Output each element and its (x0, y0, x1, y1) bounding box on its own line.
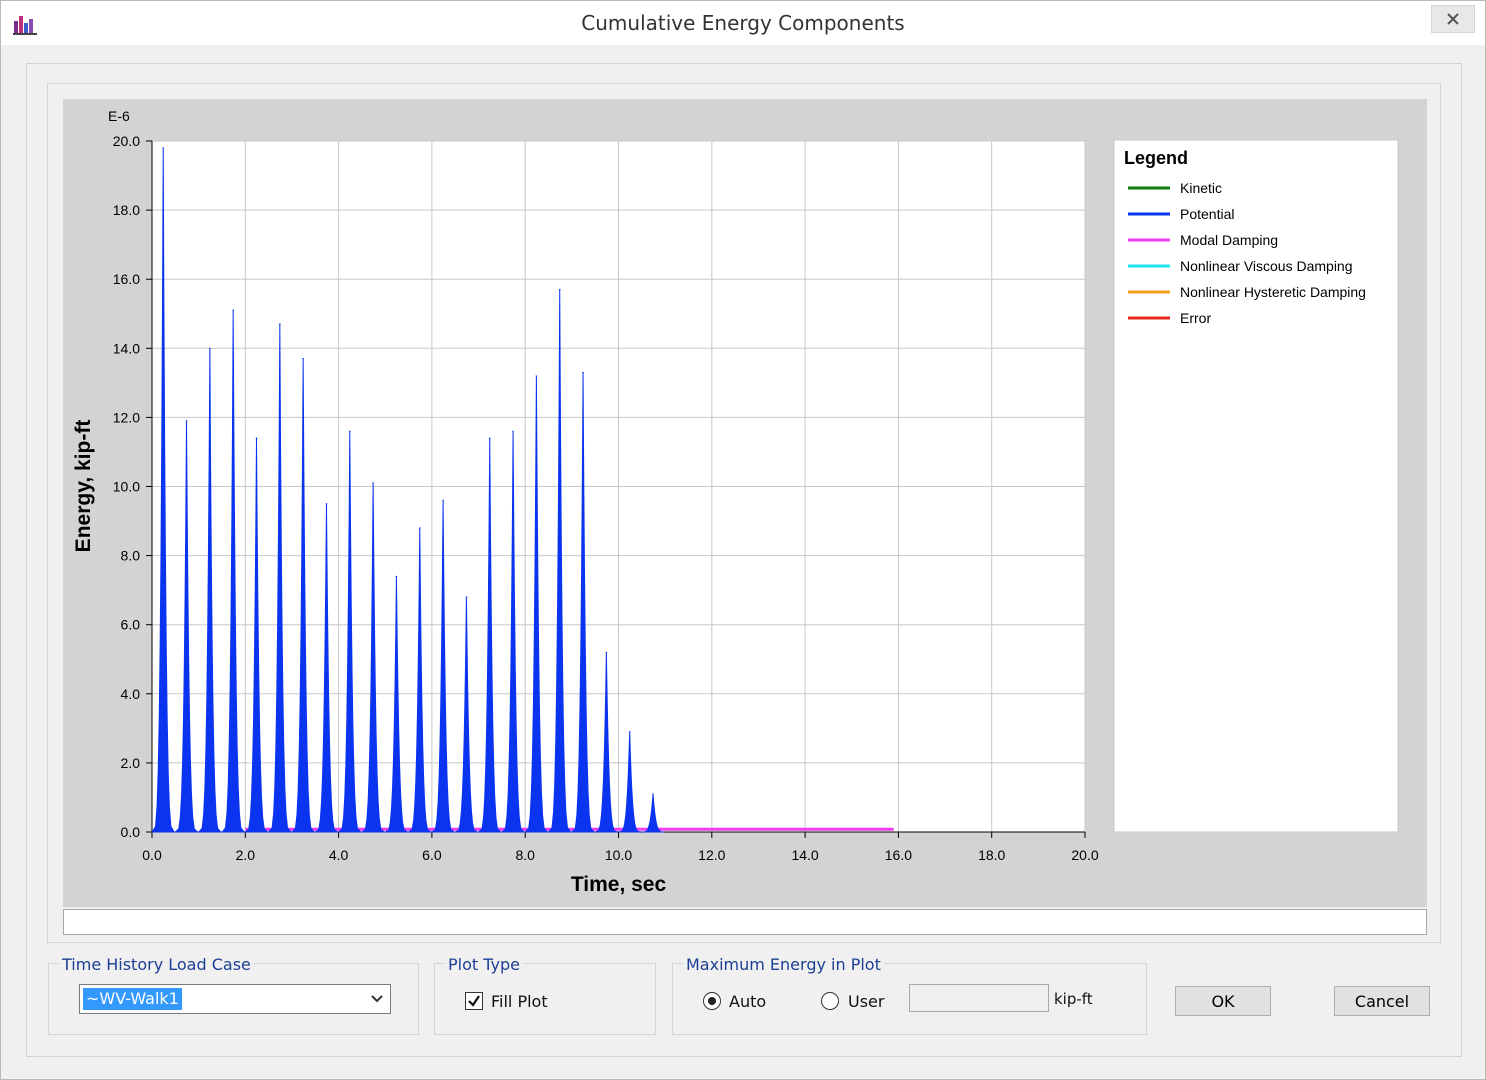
y-tick-label: 0.0 (121, 824, 141, 840)
x-tick-label: 16.0 (885, 847, 912, 863)
user-radio-label: User (848, 992, 885, 1011)
x-tick-label: 8.0 (515, 847, 535, 863)
x-tick-label: 10.0 (605, 847, 632, 863)
legend-entry: Kinetic (1180, 180, 1222, 196)
x-tick-label: 18.0 (978, 847, 1005, 863)
legend-entry: Nonlinear Hysteretic Damping (1180, 284, 1366, 300)
plot-type-group-label: Plot Type (445, 955, 523, 974)
y-tick-label: 2.0 (121, 755, 141, 771)
legend-entry: Potential (1180, 206, 1234, 222)
y-tick-label: 4.0 (121, 686, 141, 702)
legend-entry: Nonlinear Viscous Damping (1180, 258, 1353, 274)
y-tick-label: 10.0 (113, 479, 140, 495)
x-tick-label: 4.0 (329, 847, 349, 863)
y-axis-title: Energy, kip-ft (72, 420, 95, 553)
y-tick-label: 6.0 (121, 617, 141, 633)
x-axis-title: Time, sec (571, 873, 667, 896)
dialog-window: Cumulative Energy Components 0.0 2.0 4.0 6.… (0, 0, 1486, 1080)
max-energy-group-label: Maximum Energy in Plot (683, 955, 884, 974)
x-tick-label: 6.0 (422, 847, 442, 863)
x-tick-label: 2.0 (236, 847, 256, 863)
chevron-down-icon (371, 995, 383, 1003)
legend-title: Legend (1124, 148, 1188, 168)
load-case-group-label: Time History Load Case (59, 955, 254, 974)
check-icon (468, 995, 480, 1007)
y-tick-label: 8.0 (121, 548, 141, 564)
load-case-value: ~WV-Walk1 (83, 988, 182, 1010)
y-exponent-label: E-6 (108, 108, 130, 124)
y-tick-label: 18.0 (113, 202, 140, 218)
y-tick-label: 12.0 (113, 409, 140, 425)
auto-radio-label: Auto (729, 992, 767, 1011)
legend-entry: Error (1180, 310, 1211, 326)
x-tick-label: 14.0 (791, 847, 818, 863)
legend-entry: Modal Damping (1180, 232, 1278, 248)
max-energy-group: Maximum Energy in Plot Auto User kip-ft (672, 955, 1147, 1035)
x-tick-label: 20.0 (1071, 847, 1098, 863)
max-energy-input[interactable] (909, 984, 1049, 1012)
x-tick-label: 0.0 (142, 847, 162, 863)
fill-plot-checkbox[interactable] (465, 992, 483, 1010)
x-tick-label: 12.0 (698, 847, 725, 863)
y-tick-label: 20.0 (113, 133, 140, 149)
auto-radio[interactable] (703, 992, 721, 1010)
user-radio[interactable] (821, 992, 839, 1010)
ok-button[interactable]: OK (1175, 986, 1271, 1016)
cancel-button[interactable]: Cancel (1334, 986, 1430, 1016)
y-tick-label: 14.0 (113, 340, 140, 356)
load-case-select[interactable]: ~WV-Walk1 (79, 984, 391, 1014)
y-tick-label: 16.0 (113, 271, 140, 287)
fill-plot-label: Fill Plot (491, 992, 548, 1011)
max-energy-unit: kip-ft (1054, 990, 1093, 1008)
load-case-group: Time History Load Case ~WV-Walk1 (48, 955, 419, 1035)
plot-type-group: Plot Type Fill Plot (434, 955, 656, 1035)
energy-chart: 0.0 2.0 4.0 6.0 8.0 10.0 12.0 14.0 16.0 18.0 20.0 0… (72, 108, 1399, 896)
